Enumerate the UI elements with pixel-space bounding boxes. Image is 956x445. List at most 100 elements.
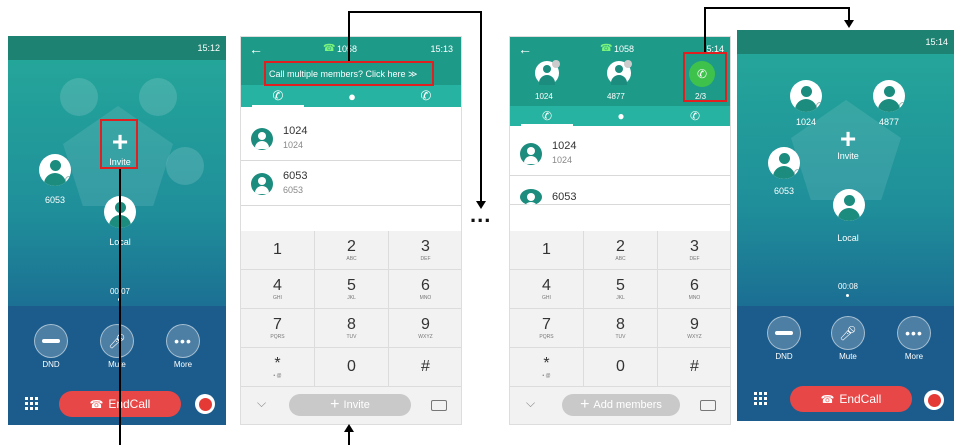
empty-slot bbox=[166, 147, 204, 185]
more-label: More bbox=[904, 352, 924, 361]
back-arrow-icon[interactable]: ← bbox=[249, 41, 263, 57]
dnd-button[interactable] bbox=[767, 316, 801, 350]
key-digit: 3 bbox=[690, 237, 699, 255]
keyboard-icon[interactable] bbox=[431, 400, 447, 411]
add-members-label: Add members bbox=[593, 399, 662, 411]
participant-label: 6053 bbox=[44, 195, 66, 205]
dialer-tabs: ✆ ● ✆ bbox=[510, 106, 730, 126]
banner-highlight bbox=[264, 61, 434, 86]
key-letters: WXYZ bbox=[687, 333, 702, 340]
keypad-key[interactable]: 4 GHI bbox=[241, 270, 315, 309]
keypad-key[interactable]: 9 WXYZ bbox=[658, 309, 730, 348]
tab-dial[interactable]: ✆ bbox=[241, 85, 315, 107]
phone-icon: ☎ bbox=[600, 43, 613, 54]
keypad-key[interactable]: 7 PQRS bbox=[241, 309, 315, 348]
keypad-key[interactable]: 9 WXYZ bbox=[389, 309, 461, 348]
participant-avatar[interactable] bbox=[873, 80, 905, 112]
tab-history[interactable]: ✆ bbox=[658, 106, 730, 126]
screen-dialer: ← ☎ 1058 15:13 Call multiple members? Cl… bbox=[240, 36, 462, 425]
mute-button[interactable]: 🎤︎ bbox=[831, 316, 865, 350]
contact-name: 1024 bbox=[283, 125, 308, 137]
keypad-key[interactable]: 5 JKL bbox=[584, 270, 658, 309]
keypad-key[interactable]: 4 GHI bbox=[510, 270, 584, 309]
member-avatar[interactable] bbox=[535, 60, 560, 85]
dnd-label: DND bbox=[775, 352, 793, 361]
key-digit: 8 bbox=[616, 315, 625, 333]
tab-history[interactable]: ✆ bbox=[389, 85, 461, 107]
key-digit: 6 bbox=[421, 276, 430, 294]
handset-icon: ✆ bbox=[272, 88, 284, 103]
tab-dial[interactable]: ✆ bbox=[510, 106, 584, 126]
keypad-key[interactable]: 1 bbox=[241, 231, 315, 270]
keypad-key[interactable]: 1 bbox=[510, 231, 584, 270]
more-button[interactable]: ••• bbox=[897, 316, 931, 350]
keypad-key[interactable]: 0 bbox=[315, 348, 389, 387]
participant-label: 6053 bbox=[773, 186, 795, 196]
keypad-key[interactable]: 7 PQRS bbox=[510, 309, 584, 348]
participant-avatar[interactable] bbox=[790, 80, 822, 112]
keypad-icon[interactable] bbox=[25, 397, 38, 410]
participant-avatar[interactable] bbox=[768, 147, 800, 179]
more-button[interactable]: ••• bbox=[166, 324, 200, 358]
handset-icon: ✆ bbox=[541, 109, 553, 123]
chevron-down-icon[interactable]: ⌵ bbox=[257, 396, 266, 411]
keypad-key[interactable]: # bbox=[658, 348, 730, 387]
keypad-key[interactable]: 3 DEF bbox=[658, 231, 730, 270]
keypad-key[interactable]: 2 ABC bbox=[584, 231, 658, 270]
contact-row[interactable]: 1024 1024 bbox=[241, 117, 461, 161]
invite-label[interactable]: Invite bbox=[818, 151, 878, 161]
status-time: 15:13 bbox=[430, 44, 453, 54]
invite-button[interactable]: + Invite bbox=[289, 394, 411, 416]
key-letters: TUV bbox=[615, 333, 626, 340]
endcall-button[interactable]: ☎ EndCall bbox=[790, 386, 912, 412]
add-members-button[interactable]: + Add members bbox=[562, 394, 680, 416]
contact-name: 1024 bbox=[552, 140, 577, 152]
key-letters: JKL bbox=[347, 294, 356, 301]
chevron-down-icon[interactable]: ⌵ bbox=[526, 396, 535, 411]
dnd-button[interactable] bbox=[34, 324, 68, 358]
contact-avatar-icon bbox=[520, 189, 542, 205]
arrow-down-icon bbox=[844, 20, 854, 28]
keypad-key[interactable]: 2 ABC bbox=[315, 231, 389, 270]
keypad-key[interactable]: 5 JKL bbox=[315, 270, 389, 309]
keypad-key[interactable]: 8 TUV bbox=[584, 309, 658, 348]
key-digit: # bbox=[690, 358, 699, 375]
more-label: More bbox=[173, 360, 193, 369]
plus-icon[interactable]: + bbox=[833, 125, 863, 153]
call-button-highlight bbox=[683, 52, 727, 102]
keypad-key[interactable]: 6 MNO bbox=[389, 270, 461, 309]
mute-button[interactable]: 🎤︎ bbox=[100, 324, 134, 358]
participant-avatar[interactable] bbox=[39, 154, 71, 186]
dnd-label: DND bbox=[42, 360, 60, 369]
keypad-key[interactable]: 6 MNO bbox=[658, 270, 730, 309]
key-letters: ABC bbox=[615, 255, 626, 262]
contact-name: 6053 bbox=[283, 170, 308, 182]
arrow-up-icon bbox=[344, 424, 354, 432]
contact-row[interactable]: 1024 1024 bbox=[510, 132, 730, 176]
key-digit: 5 bbox=[347, 276, 356, 294]
record-button[interactable] bbox=[924, 390, 944, 410]
member-avatar[interactable] bbox=[607, 60, 632, 85]
key-digit: 0 bbox=[347, 358, 356, 375]
record-button[interactable] bbox=[195, 394, 215, 414]
back-arrow-icon[interactable]: ← bbox=[518, 41, 532, 57]
keypad-key[interactable]: 0 bbox=[584, 348, 658, 387]
key-letters: PQRS bbox=[539, 333, 554, 340]
keypad-key[interactable]: # bbox=[389, 348, 461, 387]
contact-row[interactable]: 6053 6053 bbox=[241, 162, 461, 206]
keypad-key[interactable]: 3 DEF bbox=[389, 231, 461, 270]
contact-row[interactable]: 6053 bbox=[510, 177, 730, 205]
contact-avatar-icon bbox=[251, 128, 273, 150]
status-time: 15:12 bbox=[197, 43, 220, 53]
tab-contacts[interactable]: ● bbox=[315, 85, 389, 107]
keypad: 1 2 ABC 3 DEF 4 GHI 5 JKL 6 MNO 7 PQRS 8 TUV 9 WXYZ * • @0… bbox=[510, 231, 730, 387]
tab-contacts[interactable]: ● bbox=[584, 106, 658, 126]
keypad-key[interactable]: * • @ bbox=[241, 348, 315, 387]
keypad-key[interactable]: * • @ bbox=[510, 348, 584, 387]
key-digit: 9 bbox=[421, 315, 430, 333]
status-bar: 15:12 bbox=[8, 36, 226, 60]
keypad-icon[interactable] bbox=[754, 392, 767, 405]
keypad-key[interactable]: 8 TUV bbox=[315, 309, 389, 348]
keyboard-icon[interactable] bbox=[700, 400, 716, 411]
key-digit: 2 bbox=[347, 237, 356, 255]
